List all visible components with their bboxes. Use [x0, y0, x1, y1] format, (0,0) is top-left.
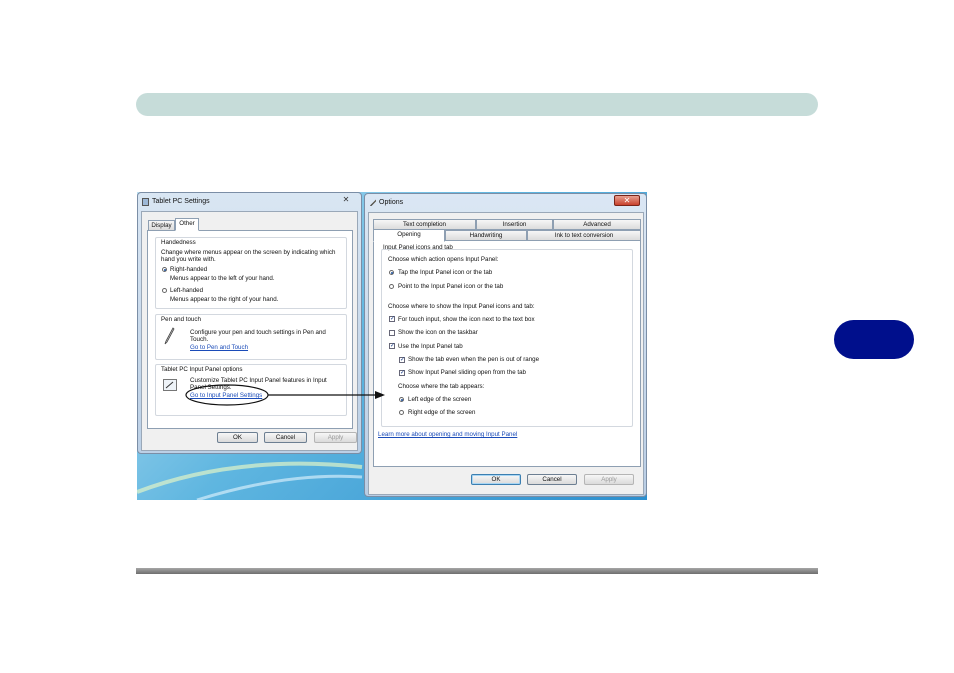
footer-rule	[136, 568, 818, 574]
tab-opening[interactable]: Opening	[373, 229, 445, 242]
tab-other[interactable]: Other	[175, 218, 199, 231]
chapter-tab	[834, 320, 914, 359]
header-bar	[136, 93, 818, 116]
screenshot-figure: Tablet PC Settings ✕ Display Other Hande…	[137, 192, 647, 500]
